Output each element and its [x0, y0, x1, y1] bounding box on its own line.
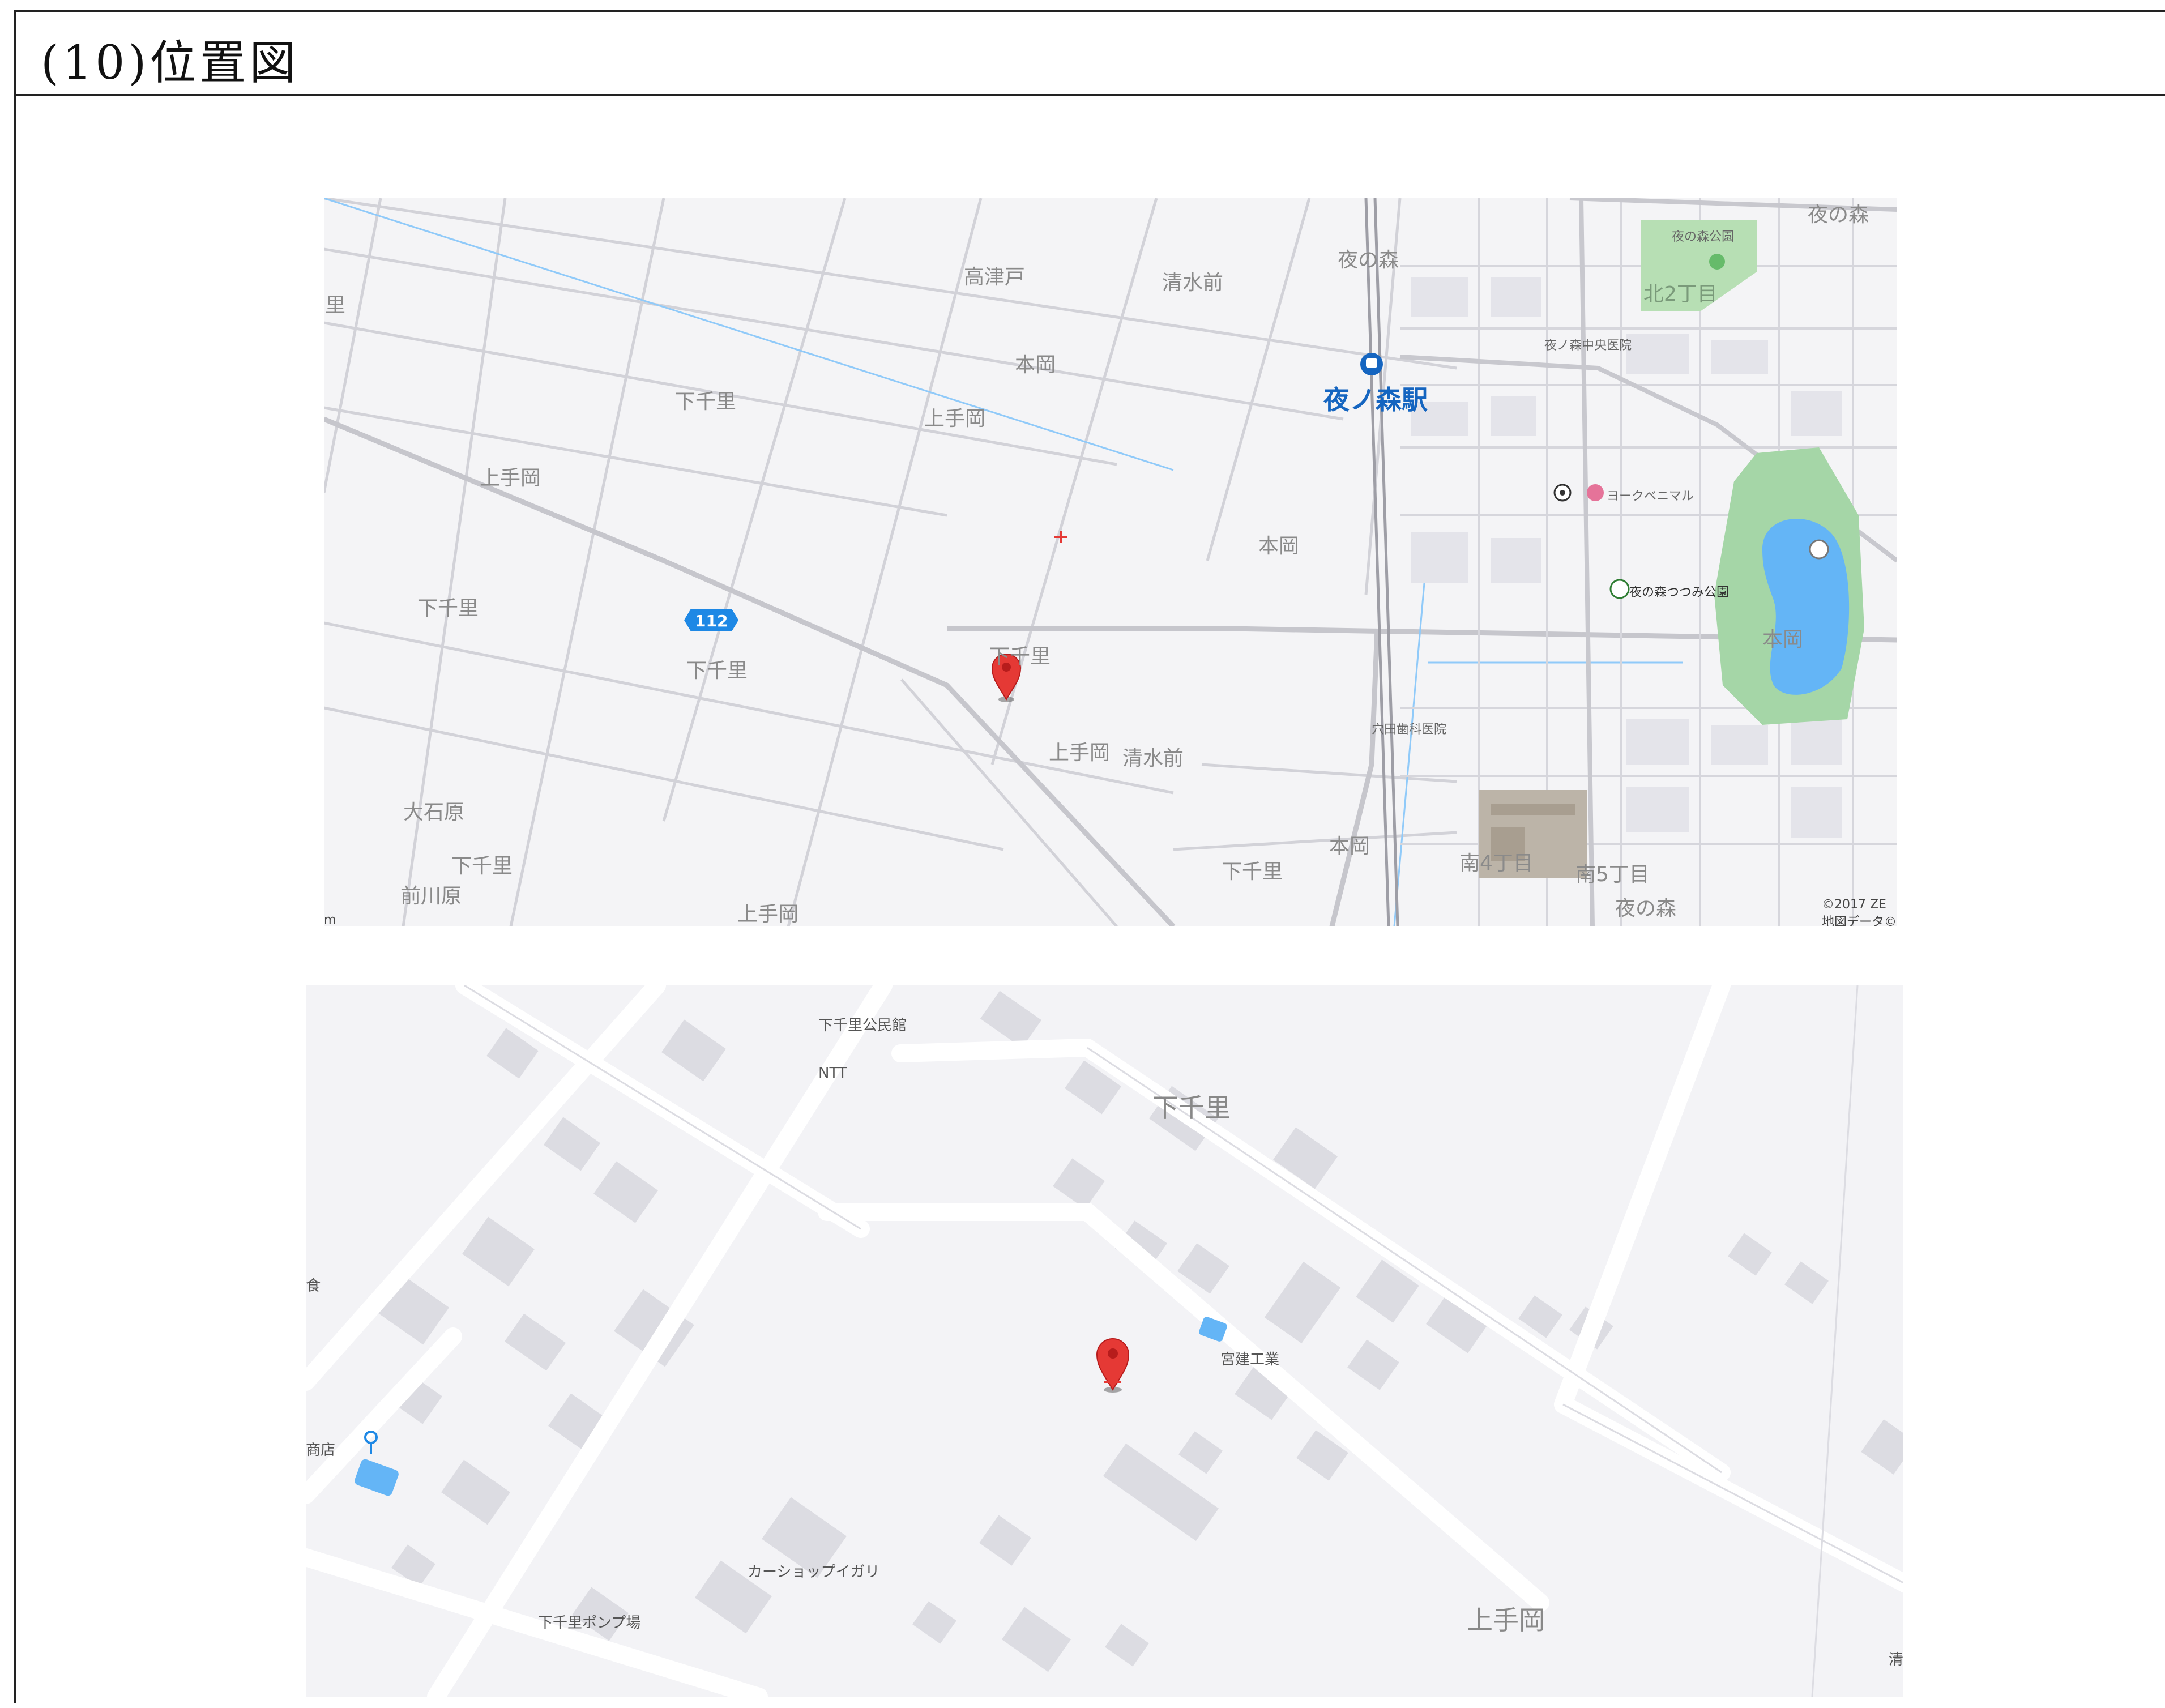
map2-label-edge-left: 食: [306, 1278, 321, 1295]
overview-map-graphics: [324, 198, 1897, 926]
map2-label-edge-right: 清: [1889, 1651, 1903, 1668]
map1-label-kamitekoka: 上手岡: [737, 903, 799, 926]
map1-label-shimochisato: 下千里: [686, 659, 748, 682]
map1-label-shimochisato: 下千里: [675, 390, 737, 413]
map2-label-carshop: カーショップイガリ: [748, 1564, 880, 1581]
map1-label-yorunomori: 夜の森: [1615, 897, 1677, 920]
detail-location-marker: [1096, 1338, 1130, 1393]
page-title: (10)位置図: [41, 36, 300, 90]
map2-label-shimochisato: 下千里: [1152, 1092, 1231, 1123]
map1-label-yorkbenimaru: ヨークベニマル: [1607, 489, 1694, 503]
map1-label-kamitekoka: 上手岡: [924, 407, 986, 430]
map2-label-kominkan: 下千里公民館: [818, 1017, 907, 1034]
map1-label-shimizumae: 清水前: [1162, 271, 1224, 294]
map1-label-station: 夜ノ森駅: [1323, 385, 1428, 415]
map1-label-sato: 里: [325, 294, 346, 317]
map1-label-kamitekoka: 上手岡: [1049, 741, 1111, 765]
detail-map-graphics: [306, 985, 1903, 1697]
map1-label-yorunomori: 夜の森: [1338, 249, 1399, 272]
map1-label-park: 夜の森公園: [1672, 230, 1735, 244]
map1-copyright: ©2017 ZE: [1822, 898, 1886, 912]
map2-label-ntt: NTT: [818, 1065, 847, 1082]
map1-label-hongou: 本岡: [1258, 535, 1300, 558]
map1-label-hospital: 夜ノ森中央医院: [1544, 339, 1632, 353]
route-112-label: 112: [695, 612, 728, 630]
map2-label-kamitekoka: 上手岡: [1467, 1605, 1545, 1636]
map2-label-miyatake: 宮建工業: [1220, 1351, 1280, 1368]
map1-scale: m: [324, 913, 336, 926]
map1-label-takatsudo: 高津戸: [964, 266, 1026, 289]
map1-label-shimochisato: 下千里: [989, 645, 1051, 668]
map1-label-maekawahara: 前川原: [400, 885, 462, 908]
map1-label-hongou: 本岡: [1329, 835, 1370, 858]
map1-label-kita2: 北2丁目: [1643, 283, 1718, 306]
map1-label-hongou: 本岡: [1762, 628, 1804, 651]
station-icon: [1360, 353, 1383, 375]
map1-label-kamitekoka: 上手岡: [480, 467, 541, 490]
map1-label-minami4: 南4丁目: [1459, 852, 1534, 875]
map2-label-shoten: 商店: [306, 1442, 336, 1459]
map1-label-yorunomori-top: 夜の森: [1808, 203, 1869, 227]
title-bar: (10)位置図: [16, 12, 2165, 96]
map1-label-dental: 穴田歯科医院: [1372, 723, 1447, 737]
map1-label-minami5: 南5丁目: [1575, 863, 1650, 886]
map2-label-pump: 下千里ポンプ場: [538, 1615, 641, 1632]
map1-label-shimochisato: 下千里: [451, 855, 513, 878]
map1-label-shimochisato: 下千里: [417, 597, 479, 620]
detail-map[interactable]: 下千里公民館 NTT 下千里 宮建工業 商店 カーショップイガリ 下千里ポンプ場…: [306, 985, 1903, 1697]
map1-label-park2: 夜の森つつみ公園: [1629, 586, 1730, 600]
map1-label-shimochisato: 下千里: [1222, 860, 1283, 883]
map1-copyright-2: 地図データ©: [1822, 915, 1897, 926]
map1-label-hongou: 本岡: [1015, 353, 1056, 377]
map1-label-shimizumae: 清水前: [1122, 747, 1184, 770]
overview-map[interactable]: 里 高津戸 清水前 夜の森 夜の森 本岡 上手岡 下千里 上手岡 本岡 下千里 …: [324, 198, 1897, 926]
map1-label-oishihara: 大石原: [403, 801, 465, 824]
